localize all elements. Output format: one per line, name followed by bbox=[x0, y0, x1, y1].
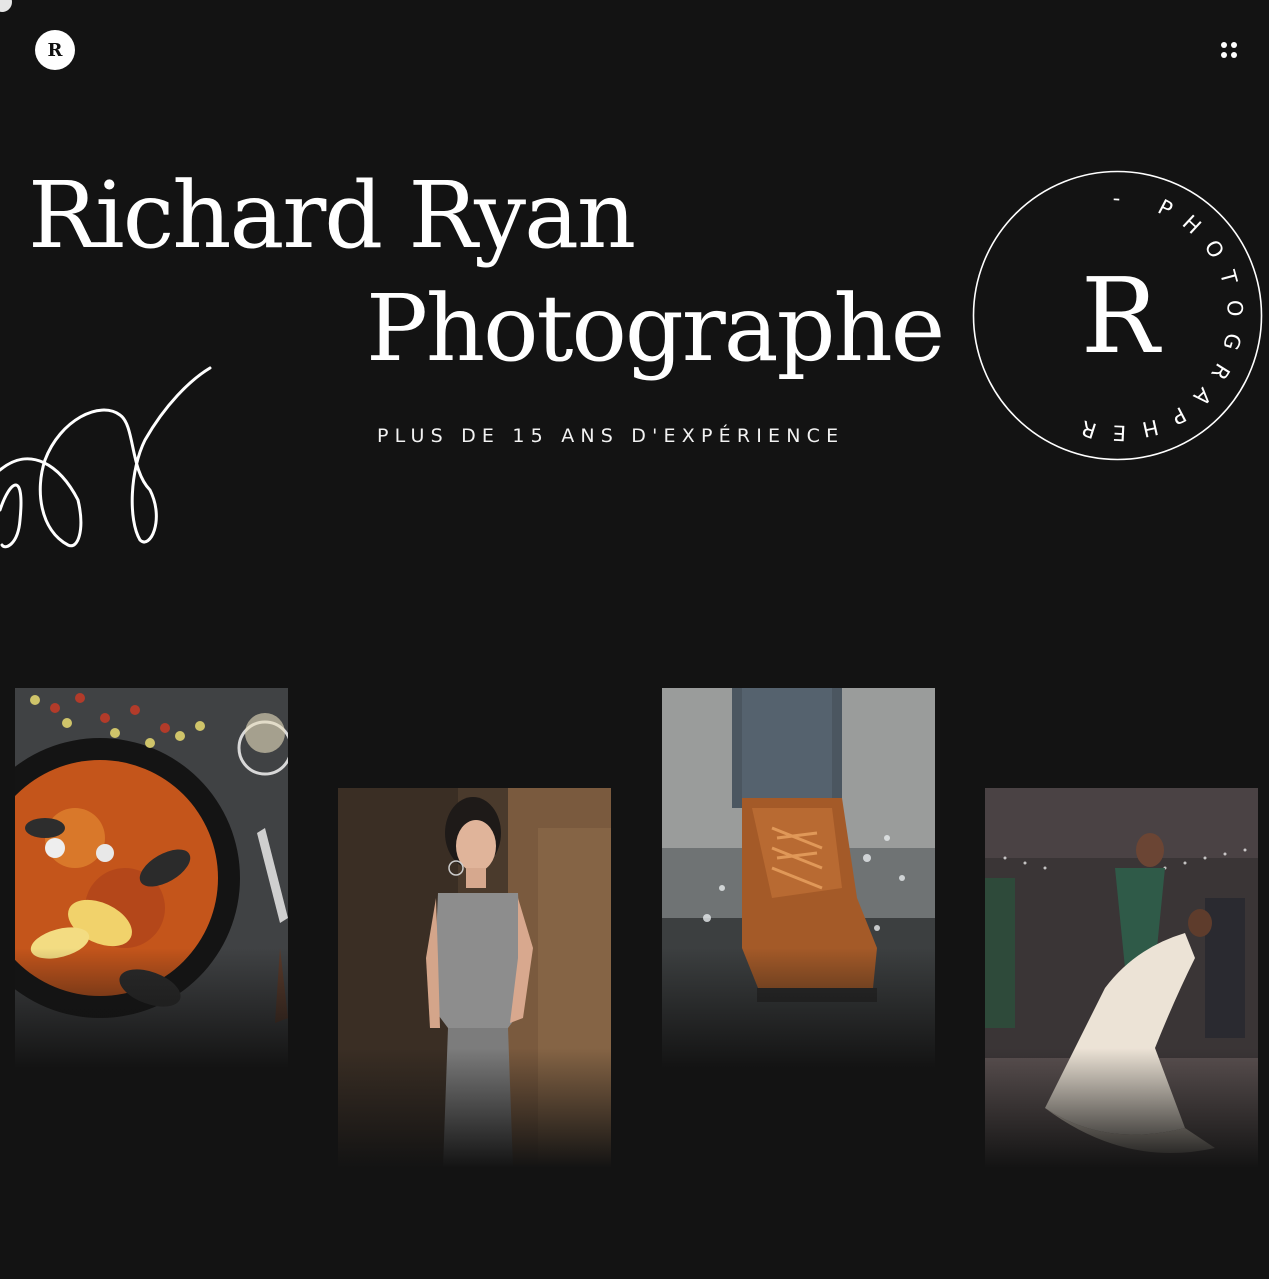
hero-role: Photographe bbox=[366, 275, 945, 382]
boot-splash-photo[interactable] bbox=[662, 688, 935, 1068]
wedding-dance-photo[interactable] bbox=[985, 788, 1258, 1168]
photographer-stamp: - PHOTOGRAPHER R bbox=[972, 170, 1263, 461]
paella-dish-photo[interactable] bbox=[15, 688, 288, 1068]
corner-indicator bbox=[0, 0, 12, 12]
stamp-letter: R bbox=[1081, 255, 1162, 377]
logo-button[interactable]: R bbox=[35, 30, 75, 70]
page: R Richard Ryan Photographe PLUS DE 15 AN… bbox=[0, 0, 1269, 1279]
logo-letter: R bbox=[47, 39, 63, 61]
grid-dots-icon[interactable] bbox=[1216, 38, 1242, 64]
woman-portrait-photo[interactable] bbox=[338, 788, 611, 1168]
hero-name: Richard Ryan bbox=[28, 162, 636, 269]
decorative-squiggle-icon bbox=[0, 366, 212, 549]
hero-tagline: PLUS DE 15 ANS D'EXPÉRIENCE bbox=[377, 425, 845, 447]
